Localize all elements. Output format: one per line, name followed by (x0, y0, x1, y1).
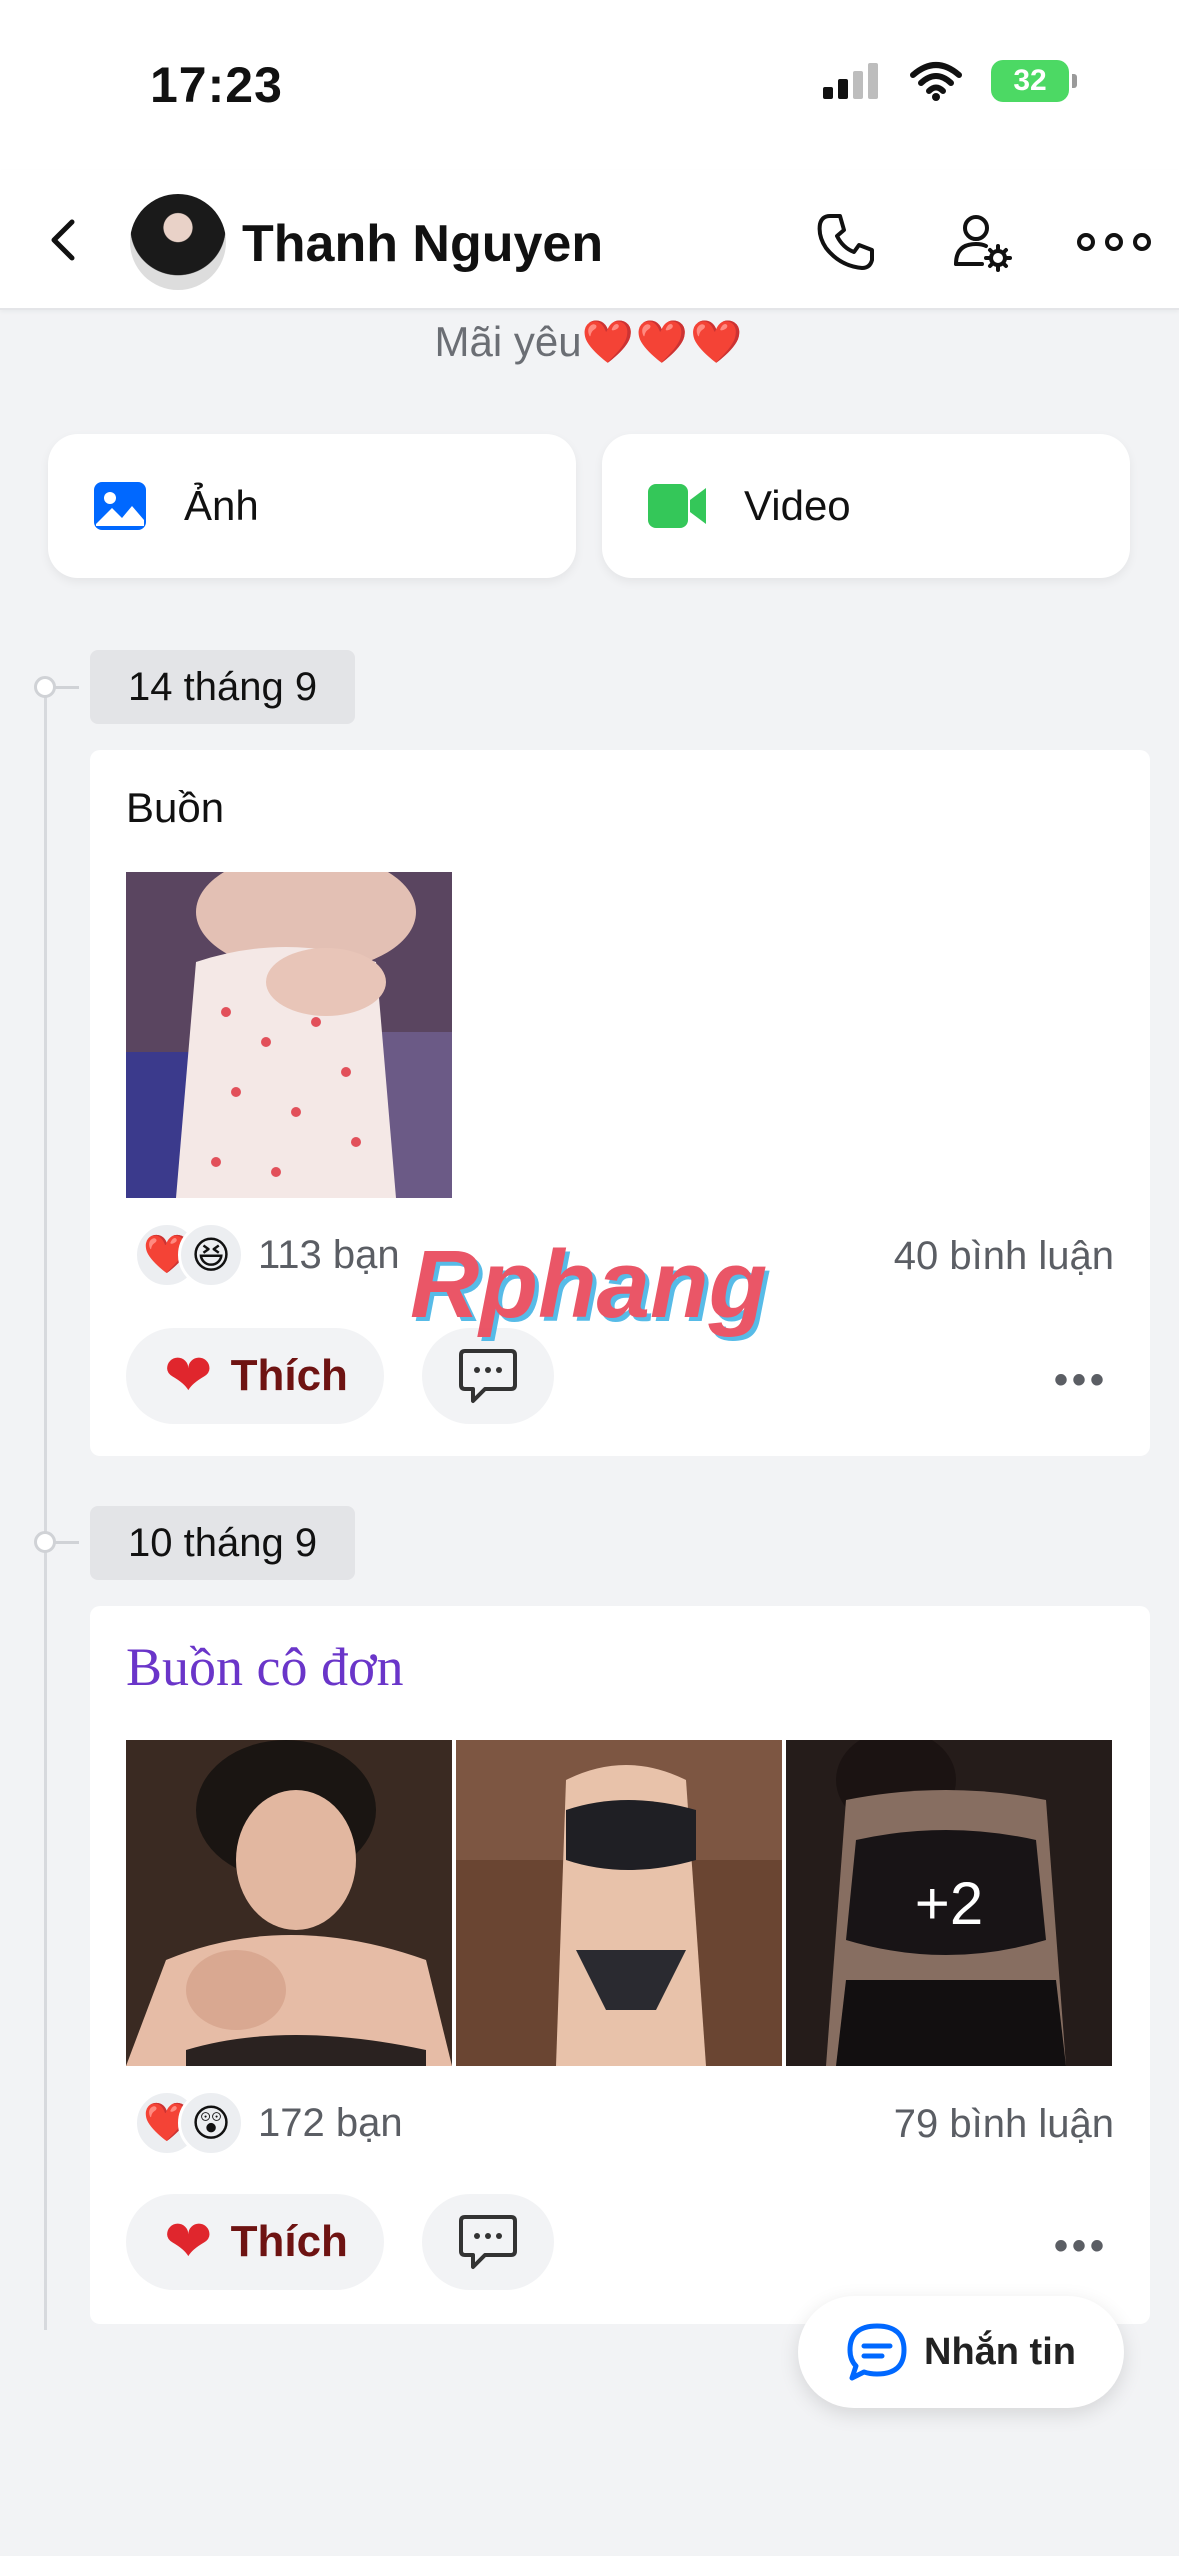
photo-image (126, 872, 452, 1198)
post-photo[interactable] (126, 1740, 452, 2066)
post-photo-more[interactable]: +2 (786, 1740, 1112, 2066)
post-date: 10 tháng 9 (90, 1506, 356, 1580)
phone-call-icon[interactable] (812, 208, 880, 276)
like-button[interactable]: ❤ Thích (126, 2194, 384, 2290)
post-photo[interactable] (126, 872, 452, 1198)
heart-icon: ❤ (164, 1343, 213, 1408)
post-text: Buồn cô đơn (126, 1637, 404, 1697)
status-icons: 32 (821, 60, 1077, 102)
battery-level: 32 (1013, 64, 1047, 97)
more-options-icon[interactable] (1076, 208, 1152, 276)
profile-name[interactable]: Thanh Nguyen (242, 214, 603, 274)
photos-label: Ảnh (184, 482, 259, 529)
chat-header: Thanh Nguyen (0, 170, 1179, 310)
send-message-button[interactable]: Nhắn tin (798, 2296, 1124, 2408)
user-settings-icon[interactable] (948, 208, 1016, 276)
comment-button[interactable] (422, 2194, 554, 2290)
reaction-count: 113 bạn (258, 1232, 400, 1277)
reaction-summary[interactable]: ❤️ 😆 113 bạn (134, 1222, 400, 1288)
profile-bio: Mãi yêu❤️❤️❤️ (0, 318, 1179, 367)
post-card[interactable]: Buồn cô đơn +2 ❤️ 😲 172 bạn 79 bình luận… (90, 1606, 1150, 2324)
post-card[interactable]: Buồn ❤️ 😆 113 bạn 40 bình luận ❤ Thích •… (90, 750, 1150, 1456)
bio-hearts: ❤️❤️❤️ (581, 318, 745, 365)
videos-button[interactable]: Video (602, 434, 1130, 578)
timeline-dot (34, 1531, 56, 1553)
wow-reaction-icon: 😲 (178, 2090, 244, 2156)
like-label: Thích (230, 1351, 348, 1400)
watermark-logo: Rphang (410, 1231, 768, 1338)
more-photos-count: +2 (786, 1740, 1112, 2066)
status-time: 17:23 (150, 57, 283, 113)
reaction-summary[interactable]: ❤️ 😲 172 bạn (134, 2090, 403, 2156)
photo-image (456, 1740, 782, 2066)
status-bar: 17:23 32 (0, 0, 1179, 170)
battery-icon: 32 (991, 60, 1077, 102)
video-icon (648, 484, 706, 528)
post-text: Buồn (126, 784, 225, 831)
videos-label: Video (744, 482, 851, 529)
post-more-icon[interactable]: ••• (1054, 2224, 1108, 2269)
like-button[interactable]: ❤ Thích (126, 1328, 384, 1424)
post-photo[interactable] (456, 1740, 782, 2066)
bio-text: Mãi yêu (434, 318, 582, 365)
timeline-line (44, 690, 47, 2330)
back-chevron-icon[interactable] (36, 210, 96, 270)
comment-bubble-icon (459, 1349, 517, 1403)
like-label: Thích (230, 2217, 348, 2266)
comment-count[interactable]: 40 bình luận (894, 1234, 1114, 1279)
comment-button[interactable] (422, 1328, 554, 1424)
post-date: 14 tháng 9 (90, 650, 356, 724)
photo-image (126, 1740, 452, 2066)
avatar[interactable] (130, 194, 226, 290)
cellular-signal-icon (823, 63, 878, 99)
timeline-dot (34, 676, 56, 698)
chat-bubble-icon (847, 2323, 907, 2381)
wifi-icon (910, 62, 962, 101)
comment-count[interactable]: 79 bình luận (894, 2102, 1114, 2147)
post-more-icon[interactable]: ••• (1054, 1358, 1108, 1403)
photo-icon (94, 482, 146, 530)
photos-button[interactable]: Ảnh (48, 434, 576, 578)
heart-icon: ❤ (164, 2209, 213, 2274)
send-message-label: Nhắn tin (924, 2330, 1076, 2373)
reaction-count: 172 bạn (258, 2100, 403, 2145)
comment-bubble-icon (459, 2215, 517, 2269)
laugh-reaction-icon: 😆 (178, 1222, 244, 1288)
